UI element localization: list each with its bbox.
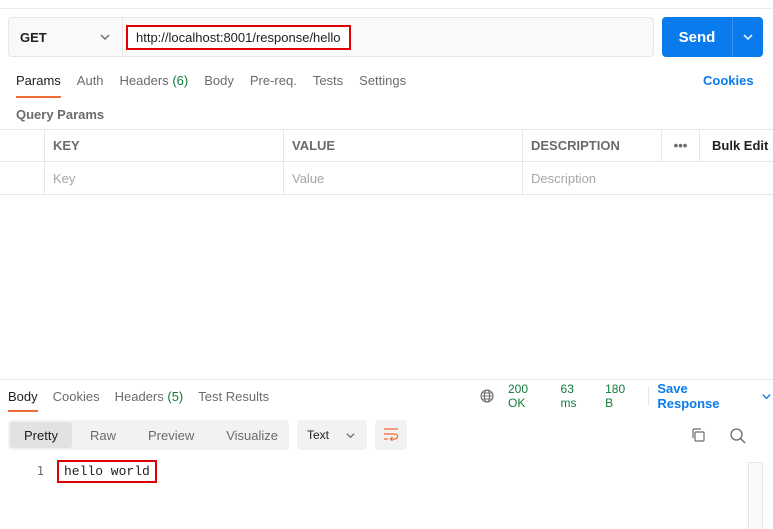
view-visualize-button[interactable]: Visualize — [212, 422, 292, 448]
row-checkbox-cell — [0, 162, 45, 194]
save-response-button[interactable]: Save Response — [657, 381, 773, 411]
method-label: GET — [20, 29, 47, 45]
tab-body[interactable]: Body — [204, 72, 234, 98]
view-raw-button[interactable]: Raw — [76, 422, 130, 448]
query-params-table: KEY VALUE DESCRIPTION ••• Bulk Edit Key … — [0, 129, 773, 195]
response-divider — [0, 379, 773, 380]
view-mode-group: Pretty Raw Preview Visualize — [8, 420, 289, 450]
response-tab-test-results[interactable]: Test Results — [198, 388, 269, 412]
table-header-row: KEY VALUE DESCRIPTION ••• Bulk Edit — [0, 129, 773, 162]
response-scrollbar[interactable] — [748, 462, 763, 529]
tab-headers[interactable]: Headers (6) — [120, 72, 189, 98]
response-headers-count: (5) — [167, 389, 184, 404]
status-badge[interactable]: 200 OK — [508, 382, 549, 410]
headers-count: (6) — [172, 73, 189, 88]
format-select[interactable]: Text — [297, 420, 367, 450]
globe-icon[interactable] — [480, 389, 494, 403]
send-button-group: Send — [662, 17, 763, 57]
method-select[interactable]: GET — [9, 18, 123, 56]
key-input[interactable]: Key — [45, 162, 284, 194]
chevron-down-icon — [98, 30, 112, 44]
table-row: Key Value Description — [0, 162, 773, 195]
chevron-down-icon — [343, 428, 357, 442]
description-input[interactable]: Description — [523, 162, 662, 194]
tab-pre-request[interactable]: Pre-req. — [250, 72, 297, 98]
bulk-edit-button[interactable]: Bulk Edit — [700, 130, 773, 161]
tab-tests[interactable]: Tests — [313, 72, 343, 98]
meta-divider — [648, 386, 650, 406]
url-field[interactable]: http://localhost:8001/response/hello — [123, 18, 653, 56]
request-tabs: Params Auth Headers (6) Body Pre-req. Te… — [16, 72, 422, 98]
search-icon[interactable] — [729, 427, 747, 445]
response-size[interactable]: 180 B — [605, 382, 636, 410]
top-divider — [0, 8, 773, 9]
tab-auth[interactable]: Auth — [77, 72, 104, 98]
copy-icon[interactable] — [690, 427, 706, 443]
response-tab-cookies[interactable]: Cookies — [53, 388, 100, 412]
format-label: Text — [307, 428, 330, 442]
send-button[interactable]: Send — [662, 17, 732, 57]
response-meta: 200 OK 63 ms 180 B Save Response — [480, 381, 773, 411]
line-number: 1 — [36, 464, 44, 478]
chevron-down-icon — [759, 389, 773, 403]
request-bar: GET http://localhost:8001/response/hello — [8, 17, 654, 57]
more-options-button[interactable]: ••• — [662, 130, 700, 161]
tab-settings[interactable]: Settings — [359, 72, 406, 98]
response-time[interactable]: 63 ms — [561, 382, 594, 410]
view-pretty-button[interactable]: Pretty — [10, 422, 72, 448]
url-input[interactable]: http://localhost:8001/response/hello — [126, 24, 351, 50]
response-body-text[interactable]: hello world — [57, 459, 157, 483]
query-params-title: Query Params — [16, 107, 105, 122]
response-tab-body[interactable]: Body — [8, 388, 38, 412]
value-column-header: VALUE — [284, 130, 523, 161]
value-input[interactable]: Value — [284, 162, 523, 194]
chevron-down-icon — [741, 30, 755, 44]
tab-params[interactable]: Params — [16, 72, 61, 98]
view-preview-button[interactable]: Preview — [134, 422, 208, 448]
response-tab-headers[interactable]: Headers (5) — [115, 388, 184, 412]
response-tabs: Body Cookies Headers (5) Test Results — [8, 388, 284, 412]
send-options-button[interactable] — [732, 17, 763, 57]
wrap-lines-button[interactable] — [375, 420, 407, 450]
cookies-link[interactable]: Cookies — [703, 73, 754, 88]
response-code-line: 1 hello world — [0, 459, 740, 483]
description-column-header: DESCRIPTION — [523, 130, 662, 161]
checkbox-column-header — [0, 130, 45, 161]
wrap-lines-icon — [383, 427, 399, 444]
key-column-header: KEY — [45, 130, 284, 161]
